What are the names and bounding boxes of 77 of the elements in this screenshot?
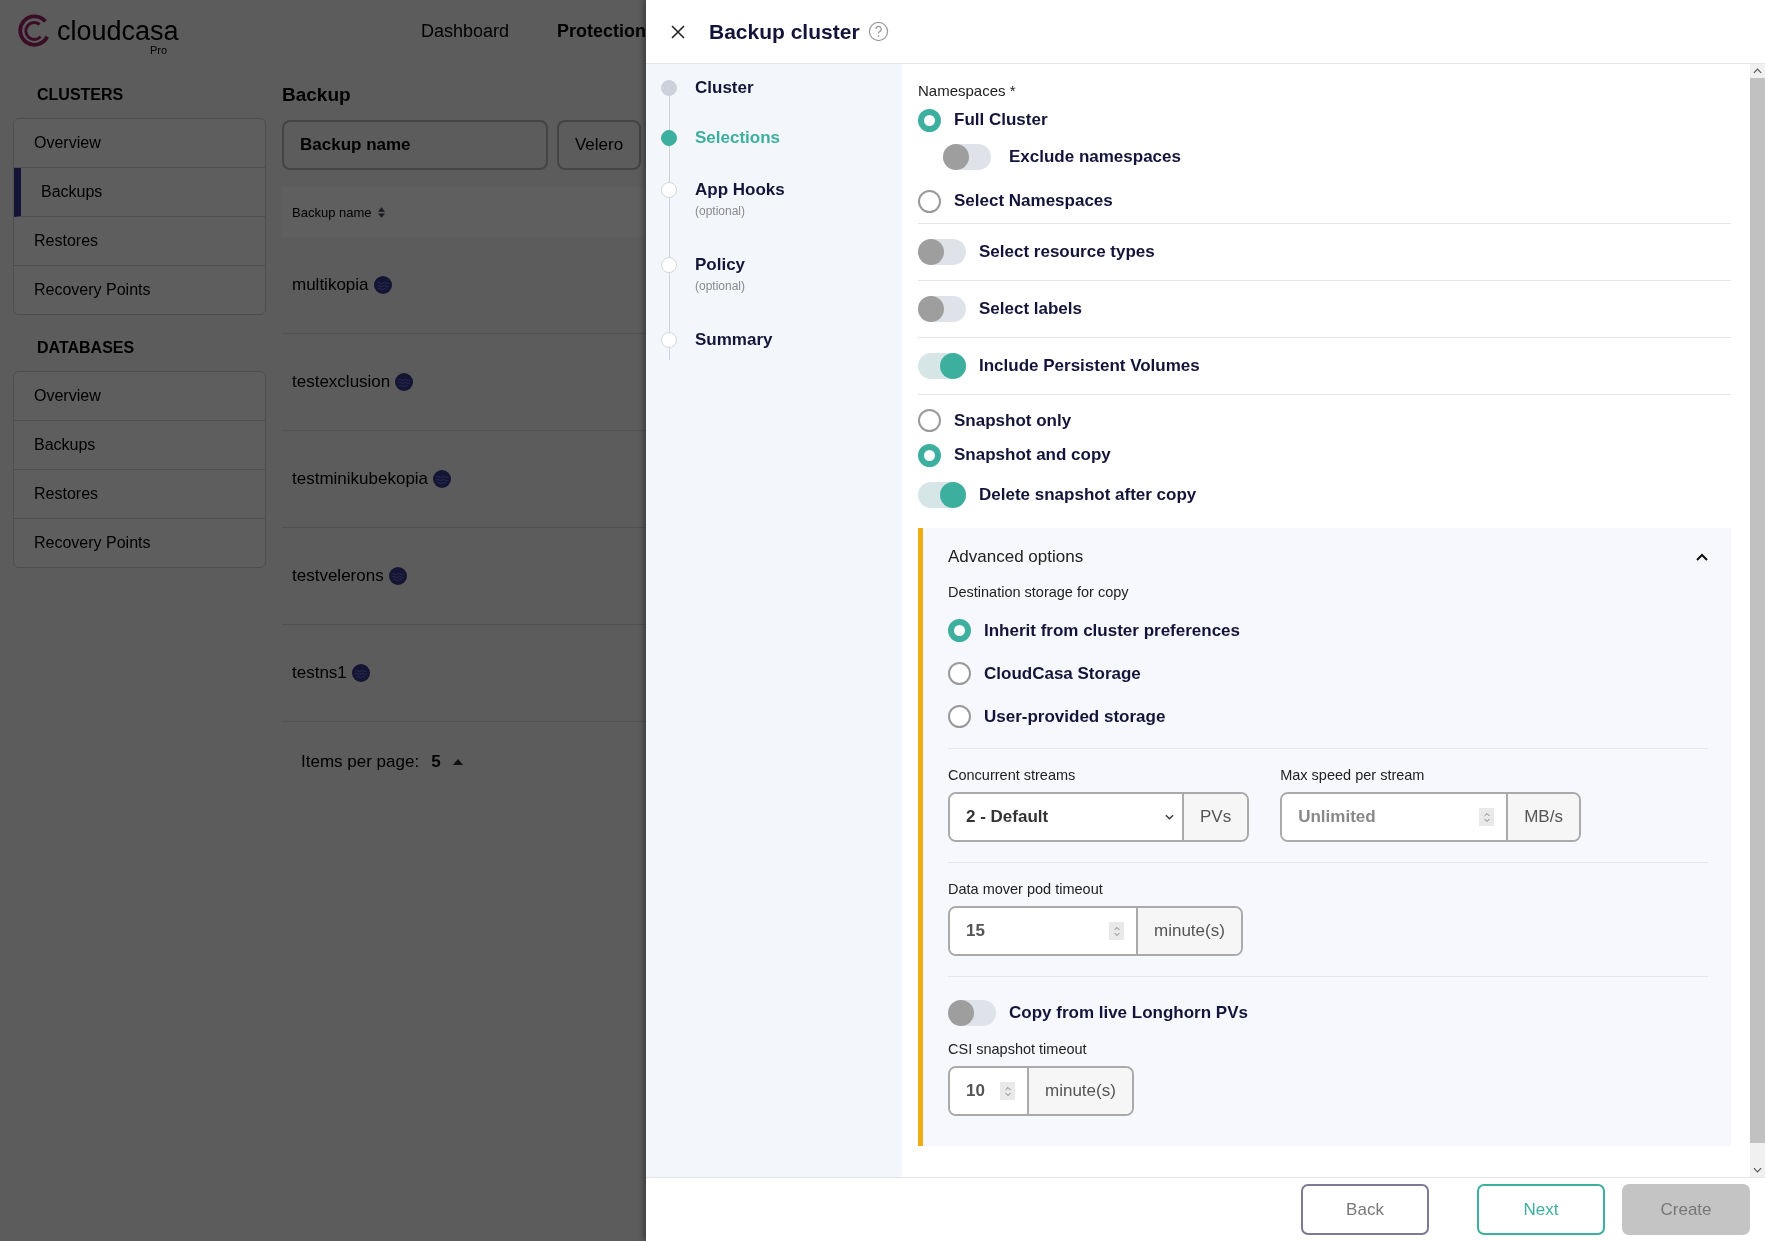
toggle-switch[interactable] — [918, 296, 966, 322]
sort-icon[interactable] — [377, 206, 385, 218]
step-label[interactable]: Cluster — [695, 78, 754, 98]
footer-button[interactable]: Back — [1301, 1184, 1429, 1235]
step-hint: (optional) — [695, 204, 747, 218]
toggle-label[interactable]: Select resource types — [979, 242, 1155, 262]
chevron-up-icon[interactable] — [1696, 553, 1708, 561]
speed-field[interactable]: Unlimited — [1282, 794, 1509, 840]
speed-input[interactable]: Unlimited — [1298, 807, 1480, 827]
field-label: Namespaces * — [918, 82, 1017, 99]
radio-button[interactable] — [948, 662, 971, 685]
plan-label: Pro — [150, 44, 168, 56]
option-label[interactable]: Inherit from cluster preferences — [984, 620, 1241, 641]
step-label[interactable]: Summary — [695, 330, 773, 350]
toggle-switch[interactable] — [943, 144, 991, 170]
wave-icon — [388, 567, 407, 585]
field-label: Concurrent streams — [948, 767, 1077, 783]
timeout-input[interactable]: 15 — [966, 921, 1109, 941]
toggle-label[interactable]: Exclude namespaces — [1009, 147, 1181, 167]
panel-title[interactable]: Advanced options — [948, 547, 1084, 567]
close-icon[interactable] — [671, 24, 685, 39]
section-heading: CLUSTERS — [36, 85, 125, 105]
field-label: Max speed per stream — [1280, 767, 1426, 783]
option-label[interactable]: Snapshot only — [954, 410, 1072, 431]
spinner-icon[interactable] — [1000, 1082, 1015, 1100]
radio-button[interactable] — [918, 443, 941, 467]
wave-icon — [395, 373, 414, 391]
pagination-label: Items per page: — [301, 752, 420, 772]
unit-label: MB/s — [1508, 794, 1579, 840]
toggle-switch[interactable] — [918, 239, 966, 265]
wave-icon — [433, 470, 452, 488]
toggle-switch[interactable] — [918, 353, 966, 379]
toggle-label[interactable]: Delete snapshot after copy — [979, 485, 1197, 505]
spinner-icon[interactable] — [1479, 808, 1495, 826]
search-field[interactable]: Backup name — [282, 120, 548, 170]
scroll-down-icon[interactable] — [1753, 1167, 1762, 1173]
toggle-switch[interactable] — [948, 1000, 996, 1026]
unit-label: minute(s) — [1029, 1068, 1132, 1114]
streams-select[interactable]: 2 - Default — [950, 794, 1184, 840]
radio-button[interactable] — [948, 619, 971, 642]
toggle-label[interactable]: Copy from live Longhorn PVs — [1009, 1003, 1248, 1023]
field-label: CSI snapshot timeout — [948, 1041, 1088, 1057]
timeout-input[interactable]: 10 — [966, 1081, 1000, 1101]
field-label: Destination storage for copy — [948, 584, 1130, 600]
toggle-switch[interactable] — [918, 482, 966, 508]
timeout-field[interactable]: 15 — [950, 908, 1138, 954]
radio-button[interactable] — [918, 108, 941, 132]
step-hint: (optional) — [695, 279, 746, 293]
help-icon[interactable] — [867, 21, 889, 42]
wave-icon — [373, 276, 392, 294]
field-label: Data mover pod timeout — [948, 881, 1104, 897]
radio-button[interactable] — [918, 409, 941, 432]
option-label[interactable]: User-provided storage — [984, 706, 1166, 727]
scroll-up-icon[interactable] — [1753, 68, 1762, 74]
unit-label: minute(s) — [1138, 908, 1241, 954]
dialog-title: Backup cluster — [709, 19, 860, 44]
toggle-label[interactable]: Include Persistent Volumes — [979, 356, 1200, 376]
step-label[interactable]: App Hooks — [695, 180, 785, 200]
spinner-icon[interactable] — [1109, 922, 1124, 940]
timeout-field[interactable]: 10 — [950, 1068, 1029, 1114]
option-label[interactable]: Snapshot and copy — [954, 445, 1111, 465]
option-label[interactable]: CloudCasa Storage — [984, 663, 1141, 684]
caret-icon[interactable] — [452, 759, 463, 765]
chevron-down-icon — [1165, 814, 1174, 820]
section-heading: DATABASES — [36, 338, 136, 358]
unit-label: PVs — [1184, 794, 1248, 840]
scrollbar[interactable] — [1750, 64, 1765, 1177]
toggle-label[interactable]: Select labels — [979, 299, 1082, 319]
radio-button[interactable] — [918, 189, 941, 213]
wave-icon — [351, 664, 370, 682]
option-label[interactable]: Full Cluster — [954, 110, 1048, 130]
step-label[interactable]: Policy — [695, 255, 746, 275]
logo-text: cloudcasa — [57, 15, 179, 46]
logo-icon — [17, 14, 51, 48]
radio-button[interactable] — [948, 705, 971, 728]
option-label[interactable]: Select Namespaces — [954, 191, 1113, 211]
page-title: Backup — [282, 83, 352, 107]
